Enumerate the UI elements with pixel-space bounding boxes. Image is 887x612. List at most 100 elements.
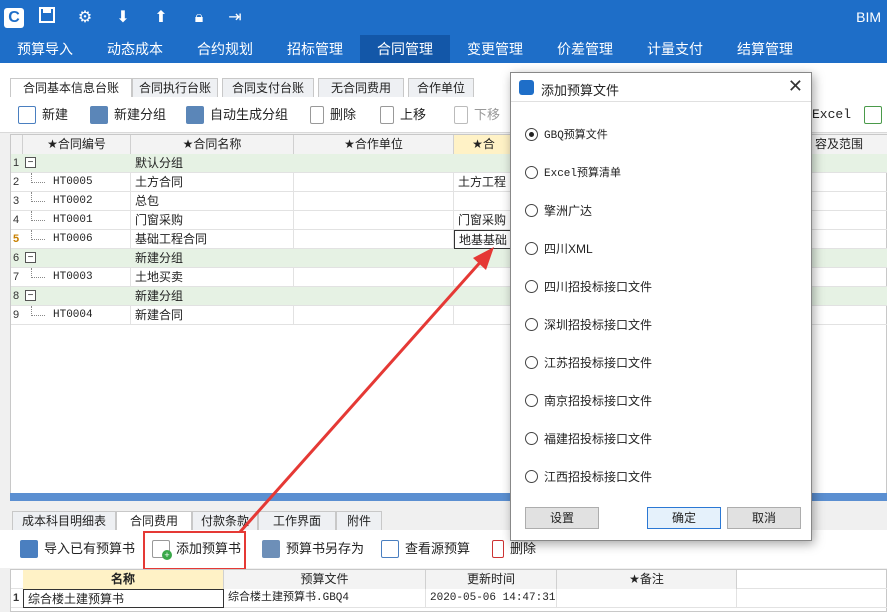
- menu-tab[interactable]: 计量支付: [630, 35, 720, 63]
- settings-button[interactable]: 设置: [525, 507, 599, 529]
- close-icon[interactable]: ✕: [788, 76, 803, 97]
- contract-scope[interactable]: [454, 268, 514, 287]
- contract-code[interactable]: HT0002: [49, 192, 131, 211]
- table-row[interactable]: 1 综合楼土建预算书 综合楼土建预算书.GBQ4 2020-05-06 14:47:3…: [11, 589, 887, 608]
- radio-button[interactable]: [525, 355, 538, 369]
- contract-code[interactable]: HT0004: [49, 306, 131, 325]
- upload-icon[interactable]: ⬆: [150, 7, 172, 29]
- contract-scope[interactable]: 地基基础: [454, 230, 514, 249]
- bottom-tab[interactable]: 工作界面: [258, 511, 336, 530]
- new-group-button[interactable]: 新建分组: [90, 103, 166, 127]
- bottom-tab[interactable]: 合同费用: [116, 511, 192, 530]
- file-type-option[interactable]: 江苏招投标接口文件: [525, 353, 652, 371]
- import-budget-button[interactable]: 导入已有预算书: [20, 537, 135, 561]
- column-header[interactable]: ★合同编号: [23, 135, 131, 154]
- file-type-option[interactable]: GBQ预算文件: [525, 125, 608, 143]
- move-up-button[interactable]: 上移: [380, 103, 426, 127]
- partner-unit[interactable]: [294, 173, 454, 192]
- collapse-icon[interactable]: −: [25, 157, 36, 168]
- contract-code[interactable]: HT0006: [49, 230, 131, 249]
- auto-group-button[interactable]: 自动生成分组: [186, 103, 288, 127]
- radio-button[interactable]: [525, 241, 538, 255]
- bottom-tab[interactable]: 付款条款: [192, 511, 258, 530]
- bottom-tab[interactable]: 附件: [336, 511, 382, 530]
- partner-unit[interactable]: [294, 268, 454, 287]
- partner-unit[interactable]: [294, 306, 454, 325]
- menu-tab[interactable]: 招标管理: [270, 35, 360, 63]
- sub-tab[interactable]: 合同基本信息台账: [10, 78, 132, 98]
- delete-button[interactable]: 删除: [310, 103, 356, 127]
- radio-button[interactable]: [525, 469, 538, 483]
- note[interactable]: [557, 589, 737, 608]
- sub-tab[interactable]: 合同执行台账: [132, 78, 218, 97]
- menu-tab[interactable]: 变更管理: [450, 35, 540, 63]
- partner-unit[interactable]: [294, 211, 454, 230]
- export-icon[interactable]: [864, 103, 887, 127]
- contract-code[interactable]: HT0001: [49, 211, 131, 230]
- excel-button[interactable]: Excel: [812, 103, 851, 127]
- bottom-tab[interactable]: 成本科目明细表: [12, 511, 116, 530]
- cancel-button[interactable]: 取消: [727, 507, 801, 529]
- contract-name[interactable]: 总包: [131, 192, 294, 211]
- ok-button[interactable]: 确定: [647, 507, 721, 529]
- sub-tab[interactable]: 合同支付台账: [222, 78, 314, 97]
- menu-tab[interactable]: 动态成本: [90, 35, 180, 63]
- contract-scope[interactable]: 门窗采购: [454, 211, 514, 230]
- column-header[interactable]: 名称: [23, 570, 224, 589]
- column-header[interactable]: ★备注: [557, 570, 737, 589]
- menu-tab[interactable]: 价差管理: [540, 35, 630, 63]
- sub-tab[interactable]: 合作单位: [408, 78, 474, 97]
- radio-button[interactable]: [525, 203, 538, 217]
- contract-scope[interactable]: 土方工程: [454, 173, 514, 192]
- partner-unit[interactable]: [294, 192, 454, 211]
- gear-icon[interactable]: ⚙: [74, 7, 96, 29]
- file-type-option[interactable]: 江西招投标接口文件: [525, 467, 652, 485]
- file-type-option[interactable]: 福建招投标接口文件: [525, 429, 652, 447]
- collapse-icon[interactable]: −: [25, 252, 36, 263]
- contract-name[interactable]: 门窗采购: [131, 211, 294, 230]
- view-source-button[interactable]: 查看源预算: [381, 537, 470, 561]
- radio-button[interactable]: [525, 279, 538, 293]
- column-header[interactable]: 预算文件: [224, 570, 426, 589]
- save-icon[interactable]: [36, 7, 58, 29]
- file-type-option[interactable]: 擎洲广达: [525, 201, 592, 219]
- contract-code[interactable]: HT0003: [49, 268, 131, 287]
- file-type-option[interactable]: 四川XML: [525, 239, 593, 257]
- radio-button[interactable]: [525, 317, 538, 331]
- file-type-option[interactable]: Excel预算清单: [525, 163, 621, 181]
- exit-icon[interactable]: ⇥: [224, 7, 246, 29]
- partner-unit[interactable]: [294, 230, 454, 249]
- file-type-option[interactable]: 南京招投标接口文件: [525, 391, 652, 409]
- menu-tab[interactable]: 预算导入: [0, 35, 90, 63]
- app-logo-icon[interactable]: C: [4, 8, 24, 28]
- column-header[interactable]: ★合作单位: [294, 135, 454, 154]
- budget-name[interactable]: 综合楼土建预算书: [23, 589, 224, 608]
- save-as-button[interactable]: 预算书另存为: [262, 537, 364, 561]
- collapse-icon[interactable]: −: [25, 290, 36, 301]
- contract-name[interactable]: 土方合同: [131, 173, 294, 192]
- radio-button[interactable]: [525, 431, 538, 445]
- contract-name[interactable]: 土地买卖: [131, 268, 294, 287]
- sub-tab[interactable]: 无合同费用: [318, 78, 404, 97]
- contract-scope[interactable]: [454, 306, 514, 325]
- contract-scope[interactable]: [454, 192, 514, 211]
- column-header[interactable]: ★合: [454, 135, 514, 154]
- menu-tab[interactable]: 合同管理: [360, 35, 450, 63]
- contract-name[interactable]: 基础工程合同: [131, 230, 294, 249]
- radio-button[interactable]: [525, 165, 538, 179]
- file-type-option[interactable]: 四川招投标接口文件: [525, 277, 652, 295]
- menu-tab[interactable]: 结算管理: [720, 35, 810, 63]
- contract-name[interactable]: 新建合同: [131, 306, 294, 325]
- download-icon[interactable]: ⬇: [112, 7, 134, 29]
- menu-tab[interactable]: 合约规划: [180, 35, 270, 63]
- contract-code[interactable]: HT0005: [49, 173, 131, 192]
- new-button[interactable]: 新建: [18, 103, 68, 127]
- column-header[interactable]: 更新时间: [426, 570, 557, 589]
- file-type-option[interactable]: 深圳招投标接口文件: [525, 315, 652, 333]
- move-down-button[interactable]: 下移: [454, 103, 500, 127]
- radio-button[interactable]: [525, 393, 538, 407]
- radio-button[interactable]: [525, 127, 538, 141]
- lock-icon[interactable]: 🔒︎: [188, 7, 210, 29]
- budget-file[interactable]: 综合楼土建预算书.GBQ4: [224, 589, 426, 608]
- column-header[interactable]: ★合同名称: [131, 135, 294, 154]
